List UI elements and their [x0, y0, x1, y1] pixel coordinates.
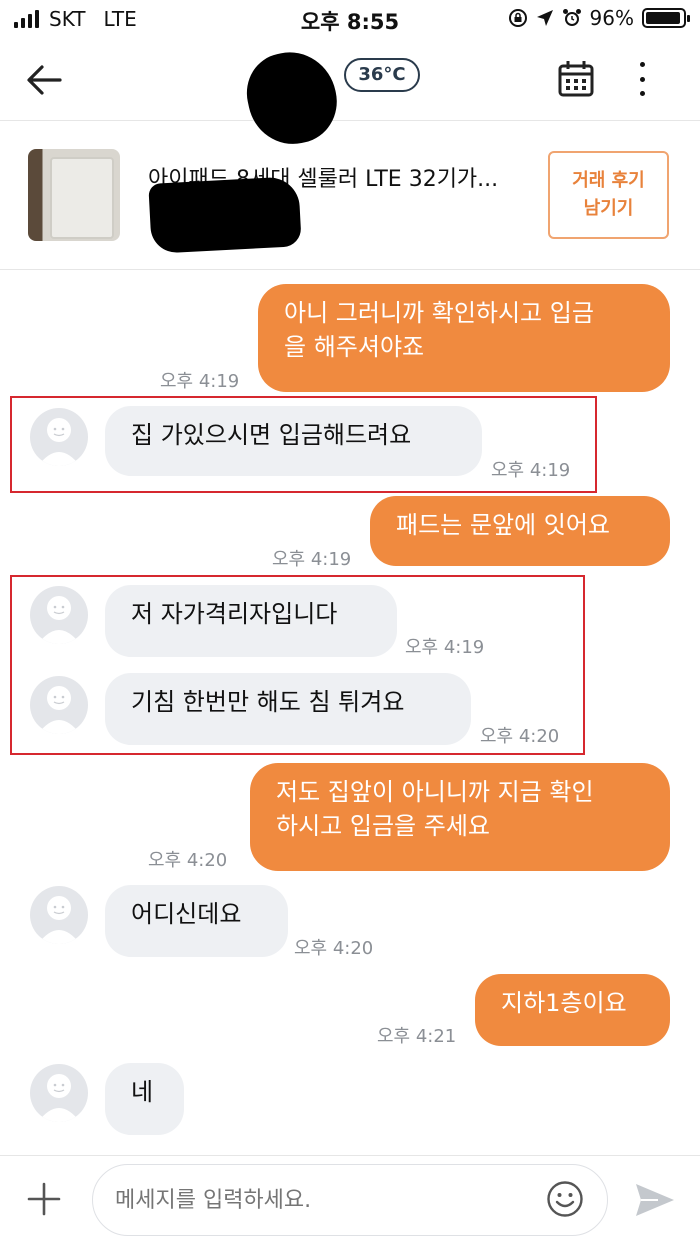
message-text: 저도 집앞이 아니니까 지금 확인 [276, 778, 594, 806]
send-icon[interactable] [634, 1182, 676, 1218]
battery-percent: 96% [589, 6, 634, 30]
plus-icon[interactable] [26, 1181, 62, 1217]
message-composer [0, 1155, 700, 1246]
message-text: 어디신데요 [131, 900, 242, 928]
message-text: 을 해주셔야죠 [284, 333, 425, 361]
message-time: 오후 4:19 [272, 549, 352, 570]
avatar[interactable] [30, 408, 88, 466]
message-bubble-mine[interactable]: 저도 집앞이 아니니까 지금 확인 하시고 입금을 주세요 [250, 763, 670, 871]
battery-icon [642, 8, 690, 28]
message-text: 저 자가격리자입니다 [131, 600, 338, 628]
message-time: 오후 4:20 [148, 850, 228, 871]
message-time: 오후 4:19 [405, 637, 485, 658]
message-bubble-other[interactable]: 네 [105, 1063, 184, 1135]
message-bubble-mine[interactable]: 패드는 문앞에 잇어요 [370, 496, 670, 566]
message-text: 아니 그러니까 확인하시고 입금 [284, 299, 594, 327]
message-text: 집 가있으시면 입금해드려요 [131, 421, 412, 449]
message-time: 오후 4:20 [294, 938, 374, 959]
message-time: 오후 4:19 [160, 371, 240, 392]
message-text: 네 [131, 1078, 154, 1106]
leave-review-button[interactable]: 거래 후기 남기기 [548, 151, 669, 239]
message-input[interactable] [92, 1164, 608, 1236]
emoji-icon[interactable] [546, 1180, 584, 1218]
message-text: 지하1층이요 [501, 989, 627, 1017]
message-text: 기침 한번만 해도 침 튀겨요 [131, 688, 405, 716]
chat-header: 36°C [0, 40, 700, 153]
message-bubble-other[interactable]: 집 가있으시면 입금해드려요 [105, 406, 482, 476]
message-text: 패드는 문앞에 잇어요 [396, 511, 610, 539]
alarm-icon [562, 9, 581, 26]
location-icon [536, 10, 553, 26]
message-bubble-mine[interactable]: 아니 그러니까 확인하시고 입금 을 해주셔야죠 [258, 284, 670, 392]
message-bubble-other[interactable]: 어디신데요 [105, 885, 288, 957]
avatar[interactable] [30, 886, 88, 944]
message-bubble-mine[interactable]: 지하1층이요 [475, 974, 670, 1046]
avatar[interactable] [30, 676, 88, 734]
message-time: 오후 4:20 [480, 726, 560, 747]
avatar[interactable] [30, 1064, 88, 1122]
calendar-icon[interactable] [558, 60, 594, 98]
review-button-line2: 남기기 [583, 198, 634, 219]
product-thumbnail[interactable] [28, 149, 120, 241]
back-arrow-icon[interactable] [24, 60, 64, 100]
redacted-price [148, 176, 302, 254]
avatar[interactable] [30, 586, 88, 644]
message-time: 오후 4:19 [491, 460, 571, 481]
status-bar: SKT LTE 오후 8:55 96% [0, 0, 700, 40]
manner-temperature-badge: 36°C [344, 58, 420, 92]
more-vertical-icon[interactable] [632, 62, 652, 96]
message-time: 오후 4:21 [377, 1026, 457, 1047]
message-text: 하시고 입금을 주세요 [276, 812, 490, 840]
message-bubble-other[interactable]: 저 자가격리자입니다 [105, 585, 397, 657]
message-bubble-other[interactable]: 기침 한번만 해도 침 튀겨요 [105, 673, 471, 745]
rotation-lock-icon [508, 9, 527, 27]
product-card[interactable]: 아이패드 8세대 셀룰러 LTE 32기가... 거래 후기 남기기 [0, 121, 700, 270]
review-button-line1: 거래 후기 [572, 170, 645, 191]
